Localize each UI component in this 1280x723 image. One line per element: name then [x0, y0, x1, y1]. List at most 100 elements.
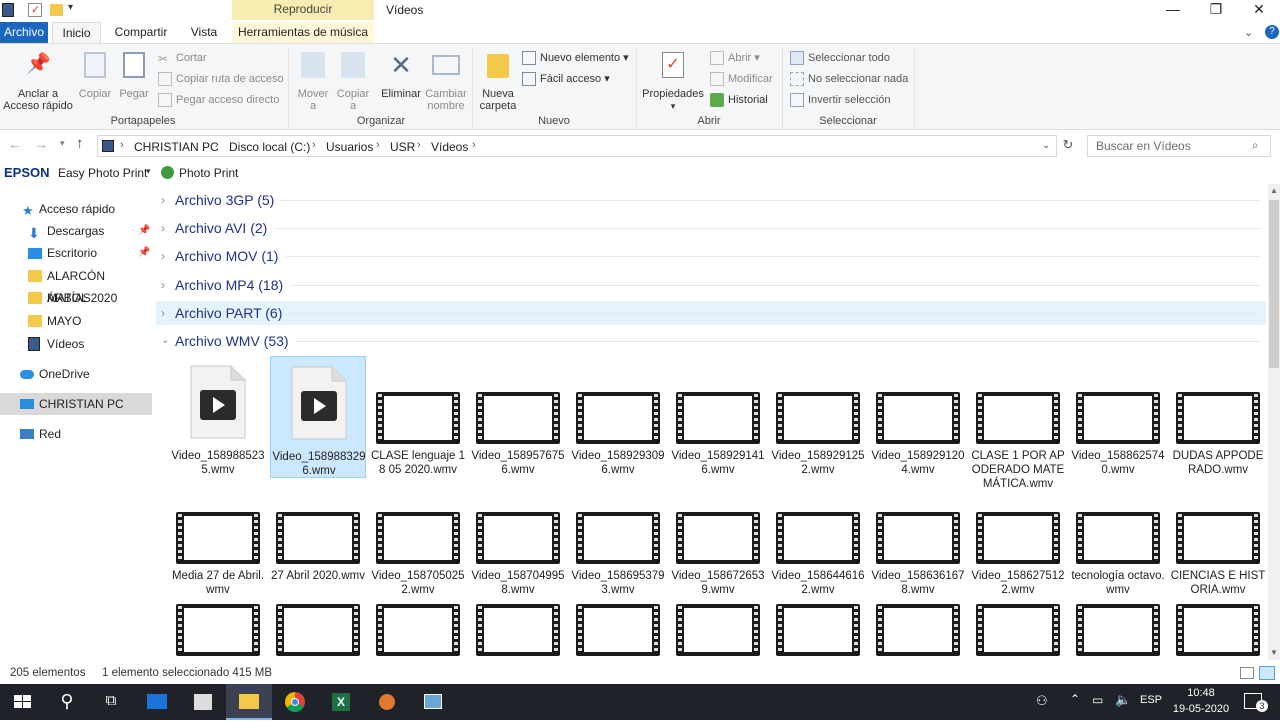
close-button[interactable]: ✕	[1236, 0, 1280, 20]
nav-escritorio[interactable]: Escritorio 📌	[0, 242, 152, 264]
file-item[interactable]: Video_1586361678.wmv	[870, 476, 966, 598]
file-item[interactable]: Video_1589291252.wmv	[770, 356, 866, 478]
video-thumbnail[interactable]	[776, 604, 860, 656]
pin-quick-access-button[interactable]: 📌 Anclar a Acceso rápido	[2, 52, 74, 112]
select-none-button[interactable]: No seleccionar nada	[790, 71, 908, 87]
new-item-button[interactable]: Nuevo elemento ▾	[522, 50, 629, 66]
tab-inicio[interactable]: Inicio	[52, 22, 101, 44]
store-app-icon[interactable]	[180, 684, 226, 720]
video-thumbnail[interactable]	[276, 604, 360, 656]
nav-videos[interactable]: Vídeos	[0, 333, 152, 355]
nav-alarcon-matias[interactable]: ALARCÓN MATÍAS	[0, 265, 152, 305]
new-folder-button[interactable]: Nueva carpeta	[476, 52, 520, 112]
crumb-usr[interactable]: USR	[390, 140, 415, 154]
video-thumbnail[interactable]	[476, 604, 560, 656]
file-item[interactable]: CIENCIAS E HISTORIA.wmv	[1170, 476, 1266, 598]
nav-red[interactable]: Red	[0, 423, 152, 445]
nav-acceso-rapido[interactable]: ★ Acceso rápido	[0, 198, 152, 220]
paste-button[interactable]: Pegar	[116, 52, 152, 100]
mail-app-icon[interactable]	[134, 684, 180, 720]
copy-path-button[interactable]: Copiar ruta de acceso	[158, 71, 284, 87]
search-taskbar-icon[interactable]: ⚲	[44, 684, 90, 720]
paint-app-icon[interactable]	[364, 684, 410, 720]
nav-descargas[interactable]: ⬇ Descargas 📌	[0, 220, 152, 242]
open-button[interactable]: Abrir ▾	[710, 50, 760, 66]
group-avi[interactable]: › Archivo AVI (2)	[156, 216, 1266, 240]
crumb-videos[interactable]: Vídeos	[431, 140, 468, 154]
easy-access-button[interactable]: Fácil acceso ▾	[522, 71, 610, 87]
file-item[interactable]: Video_1586446162.wmv	[770, 476, 866, 598]
video-thumbnail[interactable]	[1176, 604, 1260, 656]
video-thumbnail[interactable]	[376, 604, 460, 656]
help-icon[interactable]: ?	[1265, 25, 1279, 39]
history-button[interactable]: Historial	[710, 92, 768, 108]
start-button[interactable]	[0, 684, 46, 720]
tab-vista[interactable]: Vista	[180, 22, 228, 44]
up-icon[interactable]: ↑	[76, 135, 84, 152]
copy-button[interactable]: Copiar	[76, 52, 114, 100]
file-explorer-app-icon[interactable]	[226, 684, 272, 720]
nav-arbol-2020[interactable]: ÁRBOL 2020	[0, 287, 152, 309]
file-item[interactable]: Video_1586953793.wmv	[570, 476, 666, 598]
address-dropdown-icon[interactable]: ⌄	[1042, 140, 1050, 151]
scroll-down-icon[interactable]: ▼	[1270, 648, 1278, 657]
copy-to-button[interactable]: Copiar a	[334, 52, 372, 112]
video-thumbnail[interactable]	[576, 604, 660, 656]
file-item[interactable]: 27 Abril 2020.wmv	[270, 476, 366, 598]
easy-photo-dropdown-icon[interactable]: ▾	[146, 166, 151, 177]
move-to-button[interactable]: Mover a	[294, 52, 332, 112]
properties-quick-icon[interactable]: ✓	[28, 3, 42, 17]
delete-button[interactable]: ✕ Eliminar	[378, 52, 424, 100]
tab-compartir[interactable]: Compartir	[108, 22, 174, 44]
cut-button[interactable]: ✂ Cortar	[158, 50, 207, 66]
file-item[interactable]: Media 27 de Abril.wmv	[170, 476, 266, 598]
address-bar[interactable]: › CHRISTIAN PC › Disco local (C:) › Usua…	[97, 135, 1057, 157]
chevron-up-icon[interactable]: ⌃	[1070, 692, 1080, 706]
file-item[interactable]: Video_1586726539.wmv	[670, 476, 766, 598]
nav-onedrive[interactable]: OneDrive	[0, 363, 152, 385]
excel-app-icon[interactable]: X	[318, 684, 364, 720]
video-thumbnail[interactable]	[976, 604, 1060, 656]
new-folder-quick-icon[interactable]	[50, 4, 63, 16]
file-item[interactable]: Video_1587050252.wmv	[370, 476, 466, 598]
scrollbar-thumb[interactable]	[1269, 200, 1279, 368]
nav-mayo[interactable]: MAYO	[0, 310, 152, 332]
crumb-usuarios[interactable]: Usuarios	[326, 140, 373, 154]
properties-button[interactable]: ✓ Propiedades ▾	[640, 52, 706, 112]
details-view-icon[interactable]	[1240, 667, 1254, 679]
tab-archivo[interactable]: Archivo	[0, 22, 48, 44]
search-input[interactable]: Buscar en Vídeos	[1087, 135, 1271, 157]
paste-shortcut-button[interactable]: Pegar acceso directo	[158, 92, 279, 108]
video-thumbnail[interactable]	[876, 604, 960, 656]
language-indicator[interactable]: ESP	[1140, 694, 1162, 706]
refresh-icon[interactable]: ↻	[1060, 137, 1076, 155]
expand-ribbon-icon[interactable]: ⌄	[1244, 26, 1253, 39]
file-item[interactable]: DUDAS APPODERADO.wmv	[1170, 356, 1266, 478]
tab-herramientas-musica[interactable]: Herramientas de música	[232, 22, 374, 44]
large-icons-view-icon[interactable]	[1259, 666, 1275, 680]
clock-date[interactable]: 19-05-2020	[1166, 703, 1236, 715]
file-item[interactable]: Video_1589291204.wmv	[870, 356, 966, 478]
file-item[interactable]: CLASE 1 POR APODERADO MATEMÁTICA.wmv	[970, 356, 1066, 490]
easy-photo-print-button[interactable]: Easy Photo Print	[58, 166, 147, 180]
photos-app-icon[interactable]	[410, 684, 456, 720]
file-item[interactable]: Video_1589883296.wmv	[270, 356, 366, 478]
group-mp4[interactable]: › Archivo MP4 (18)	[156, 273, 1266, 297]
properties-dropdown-icon[interactable]: ▾	[640, 100, 706, 112]
invert-selection-button[interactable]: Invertir selección	[790, 92, 891, 108]
file-item[interactable]: Video_1589885235.wmv	[170, 356, 266, 478]
volume-icon[interactable]: 🔈	[1115, 692, 1131, 708]
scroll-up-icon[interactable]: ▲	[1270, 186, 1278, 195]
file-item[interactable]: Video_1586275122.wmv	[970, 476, 1066, 598]
video-thumbnail[interactable]	[176, 604, 260, 656]
people-icon[interactable]: ⚇	[1036, 693, 1048, 709]
file-item[interactable]: Video_1589576756.wmv	[470, 356, 566, 478]
crumb-christian-pc[interactable]: CHRISTIAN PC	[134, 140, 219, 154]
nav-christian-pc[interactable]: CHRISTIAN PC	[0, 393, 152, 415]
chrome-app-icon[interactable]	[272, 684, 318, 720]
maximize-button[interactable]: ❐	[1193, 0, 1239, 20]
group-part[interactable]: › Archivo PART (6)	[156, 301, 1266, 325]
back-icon[interactable]: ←	[8, 136, 22, 152]
crumb-disco-local[interactable]: Disco local (C:)	[229, 140, 310, 154]
clock-time[interactable]: 10:48	[1172, 687, 1230, 699]
